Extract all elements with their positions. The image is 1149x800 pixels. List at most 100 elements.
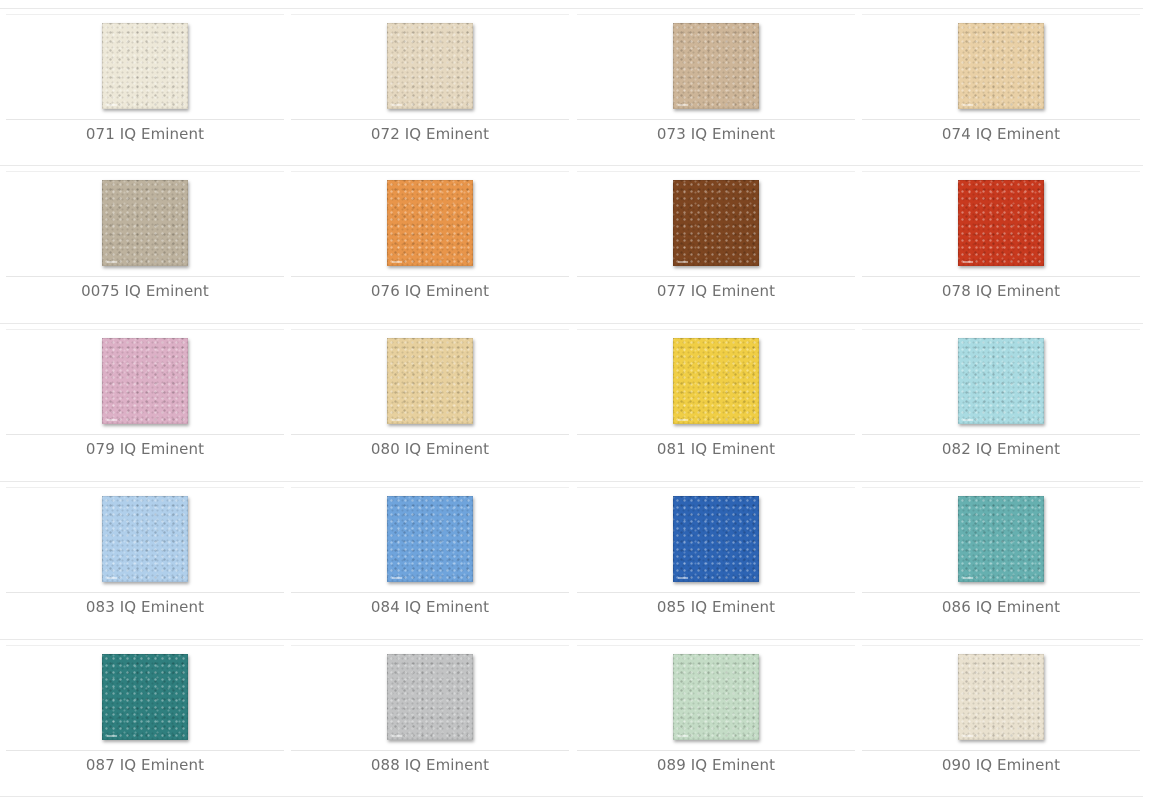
label-divider <box>862 434 1140 435</box>
swatch-label[interactable]: 090 IQ Eminent <box>862 756 1140 774</box>
swatch-label[interactable]: 073 IQ Eminent <box>577 125 855 143</box>
label-divider <box>862 592 1140 593</box>
cell-divider <box>577 329 855 330</box>
swatch-item[interactable]: 073 IQ Eminent <box>577 14 855 164</box>
swatch-item[interactable]: 074 IQ Eminent <box>862 14 1140 164</box>
swatch-corner-mark <box>107 104 117 106</box>
swatch-corner-mark <box>678 104 688 106</box>
row-divider <box>0 165 1143 166</box>
color-swatch-image[interactable] <box>673 654 759 740</box>
color-swatch-image[interactable] <box>673 23 759 109</box>
swatch-corner-mark <box>392 261 402 263</box>
color-swatch-image[interactable] <box>102 180 188 266</box>
swatch-item[interactable]: 071 IQ Eminent <box>6 14 284 164</box>
swatch-label[interactable]: 087 IQ Eminent <box>6 756 284 774</box>
swatch-row: 079 IQ Eminent 080 IQ Eminent 081 IQ Emine… <box>0 323 1149 481</box>
swatch-item[interactable]: 077 IQ Eminent <box>577 171 855 321</box>
swatch-row: 083 IQ Eminent 084 IQ Eminent 085 IQ Emine… <box>0 481 1149 639</box>
swatch-item[interactable]: 080 IQ Eminent <box>291 329 569 479</box>
label-divider <box>6 750 284 751</box>
color-swatch-image[interactable] <box>673 338 759 424</box>
swatch-label[interactable]: 086 IQ Eminent <box>862 598 1140 616</box>
swatch-item[interactable]: 088 IQ Eminent <box>291 645 569 795</box>
swatch-label[interactable]: 089 IQ Eminent <box>577 756 855 774</box>
row-divider <box>0 639 1143 640</box>
swatch-label[interactable]: 080 IQ Eminent <box>291 440 569 458</box>
swatch-label[interactable]: 077 IQ Eminent <box>577 282 855 300</box>
swatch-label[interactable]: 082 IQ Eminent <box>862 440 1140 458</box>
swatch-item[interactable]: 090 IQ Eminent <box>862 645 1140 795</box>
grid-bottom-divider <box>0 796 1143 797</box>
swatch-label[interactable]: 085 IQ Eminent <box>577 598 855 616</box>
swatch-corner-mark <box>678 577 688 579</box>
label-divider <box>6 434 284 435</box>
color-swatch-image[interactable] <box>958 654 1044 740</box>
color-swatch-image[interactable] <box>673 180 759 266</box>
cell-divider <box>6 329 284 330</box>
color-swatch-image[interactable] <box>387 654 473 740</box>
cell-divider <box>577 645 855 646</box>
swatch-item[interactable]: 087 IQ Eminent <box>6 645 284 795</box>
swatch-corner-mark <box>963 419 973 421</box>
label-divider <box>577 276 855 277</box>
cell-divider <box>6 645 284 646</box>
label-divider <box>291 592 569 593</box>
swatch-corner-mark <box>963 104 973 106</box>
swatch-label[interactable]: 079 IQ Eminent <box>6 440 284 458</box>
swatch-corner-mark <box>678 261 688 263</box>
swatch-label[interactable]: 076 IQ Eminent <box>291 282 569 300</box>
swatch-label[interactable]: 074 IQ Eminent <box>862 125 1140 143</box>
swatch-label[interactable]: 071 IQ Eminent <box>6 125 284 143</box>
swatch-label[interactable]: 088 IQ Eminent <box>291 756 569 774</box>
color-swatch-image[interactable] <box>958 23 1044 109</box>
swatch-item[interactable]: 082 IQ Eminent <box>862 329 1140 479</box>
color-swatch-image[interactable] <box>958 180 1044 266</box>
cell-divider <box>291 171 569 172</box>
color-swatch-image[interactable] <box>387 180 473 266</box>
color-swatch-image[interactable] <box>387 23 473 109</box>
color-swatch-image[interactable] <box>102 23 188 109</box>
swatch-item[interactable]: 076 IQ Eminent <box>291 171 569 321</box>
cell-divider <box>6 14 284 15</box>
swatch-label[interactable]: 078 IQ Eminent <box>862 282 1140 300</box>
swatch-label[interactable]: 0075 IQ Eminent <box>6 282 284 300</box>
label-divider <box>577 119 855 120</box>
cell-divider <box>291 487 569 488</box>
swatch-item[interactable]: 086 IQ Eminent <box>862 487 1140 637</box>
color-swatch-image[interactable] <box>958 338 1044 424</box>
row-divider <box>0 323 1143 324</box>
swatch-label[interactable]: 084 IQ Eminent <box>291 598 569 616</box>
color-swatch-image[interactable] <box>102 654 188 740</box>
swatch-label[interactable]: 081 IQ Eminent <box>577 440 855 458</box>
swatch-label[interactable]: 083 IQ Eminent <box>6 598 284 616</box>
swatch-corner-mark <box>107 735 117 737</box>
swatch-item[interactable]: 085 IQ Eminent <box>577 487 855 637</box>
swatch-item[interactable]: 084 IQ Eminent <box>291 487 569 637</box>
swatch-item[interactable]: 081 IQ Eminent <box>577 329 855 479</box>
label-divider <box>291 434 569 435</box>
swatch-item[interactable]: 089 IQ Eminent <box>577 645 855 795</box>
swatch-corner-mark <box>392 104 402 106</box>
swatch-corner-mark <box>392 419 402 421</box>
swatch-label[interactable]: 072 IQ Eminent <box>291 125 569 143</box>
color-swatch-image[interactable] <box>673 496 759 582</box>
color-swatch-image[interactable] <box>102 496 188 582</box>
swatch-row: 087 IQ Eminent 088 IQ Eminent 089 IQ Emine… <box>0 639 1149 797</box>
swatch-item[interactable]: 078 IQ Eminent <box>862 171 1140 321</box>
swatch-item[interactable]: 072 IQ Eminent <box>291 14 569 164</box>
cell-divider <box>862 171 1140 172</box>
cell-divider <box>862 329 1140 330</box>
label-divider <box>862 119 1140 120</box>
cell-divider <box>291 14 569 15</box>
color-swatch-image[interactable] <box>958 496 1044 582</box>
swatch-item[interactable]: 083 IQ Eminent <box>6 487 284 637</box>
cell-divider <box>6 487 284 488</box>
label-divider <box>291 750 569 751</box>
color-swatch-image[interactable] <box>102 338 188 424</box>
swatch-item[interactable]: 079 IQ Eminent <box>6 329 284 479</box>
swatch-corner-mark <box>963 577 973 579</box>
label-divider <box>6 119 284 120</box>
color-swatch-image[interactable] <box>387 338 473 424</box>
color-swatch-image[interactable] <box>387 496 473 582</box>
swatch-item[interactable]: 0075 IQ Eminent <box>6 171 284 321</box>
